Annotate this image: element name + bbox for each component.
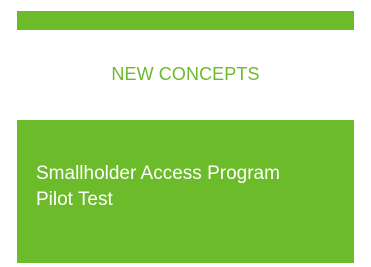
top-accent-bar xyxy=(17,11,354,30)
slide: NEW CONCEPTS Smallholder Access Program … xyxy=(0,0,371,267)
concept-card[interactable]: Smallholder Access Program Pilot Test xyxy=(17,120,354,263)
concept-card-title-line-2: Pilot Test xyxy=(36,189,113,210)
concept-card-title-line-1: Smallholder Access Program xyxy=(36,163,280,184)
section-heading: NEW CONCEPTS xyxy=(111,64,260,84)
